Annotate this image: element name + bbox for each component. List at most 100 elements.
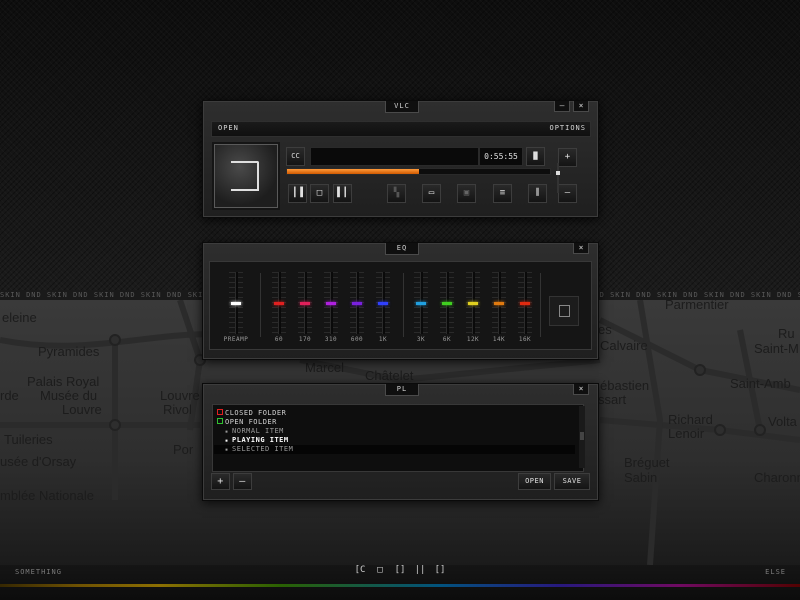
playlist-item-selected[interactable]: ▪ SELECTED ITEM [225,445,293,454]
playlist-button[interactable]: ≡ [493,184,512,203]
volume-knob[interactable] [556,171,560,175]
eq-slider-14k[interactable]: 14K [488,272,510,343]
eq-slider-3k[interactable]: 3K [410,272,432,343]
eq-knob[interactable] [274,302,284,305]
next-chapter-button[interactable]: ▐▌ [526,147,545,166]
seek-bar-fill [287,169,419,174]
eq-knob[interactable] [326,302,336,305]
eq-slider-16k[interactable]: 16K [514,272,536,343]
eq-band-label: PREAMP [223,336,249,343]
eq-slider-600[interactable]: 600 [346,272,368,343]
playlist-window: PL × CLOSED FOLDER OPEN FOLDER ▪ NORMAL … [202,383,599,501]
map-label: Marcel [305,360,345,375]
map-label: Por [173,442,194,457]
eq-divider [260,273,261,337]
map-label: Saint-M [754,341,799,356]
map-label: eleine [2,310,37,325]
eq-band-label: 1K [378,336,388,343]
remove-button[interactable]: – [233,473,252,490]
stop-button[interactable]: □ [310,184,329,203]
eq-knob[interactable] [231,302,241,305]
eq-knob[interactable] [378,302,388,305]
options-menu[interactable]: OPTIONS [549,124,586,132]
frame-icon[interactable]: ▚ [387,184,406,203]
add-button[interactable]: + [211,473,230,490]
eq-window-title: EQ [385,243,419,255]
map-label: ssart [598,392,627,407]
minimize-button[interactable]: – [554,101,570,112]
eq-toggle-button[interactable] [549,296,579,326]
playlist-item-closed-folder[interactable]: CLOSED FOLDER [217,409,286,418]
next-icon[interactable]: [] [434,564,446,576]
volume-down-button[interactable]: – [558,184,577,203]
eq-knob[interactable] [520,302,530,305]
close-button[interactable]: × [573,101,589,112]
volume-slider[interactable] [557,163,559,193]
map-label: Lenoir [668,426,705,441]
next-button[interactable]: ▌┃ [333,184,352,203]
map-label: es [598,322,612,337]
eq-slider-1k[interactable]: 1K [372,272,394,343]
playlist-scrollbar[interactable] [579,406,585,468]
cc-button[interactable]: CC [286,147,305,166]
eq-slider-170[interactable]: 170 [294,272,316,343]
playlist-item-playing[interactable]: ▪ PLAYING ITEM [225,436,289,445]
play-icon[interactable]: [] [394,564,406,576]
eq-knob[interactable] [300,302,310,305]
map-label: Louvre [160,388,200,403]
map-label: Châtelet [365,368,414,383]
bottom-left-text: SOMETHING [15,568,62,576]
map-label: Ru [778,326,795,341]
map-label: mblée Nationale [0,488,94,503]
playlist-item-open-folder[interactable]: OPEN FOLDER [217,418,277,427]
eq-knob[interactable] [494,302,504,305]
map-label: usée d'Orsay [0,454,77,469]
snapshot-icon[interactable]: ▣ [457,184,476,203]
eq-knob[interactable] [416,302,426,305]
eq-slider-6k[interactable]: 6K [436,272,458,343]
eq-slider-12k[interactable]: 12K [462,272,484,343]
eq-divider [403,273,404,337]
stop-icon[interactable]: □ [374,564,386,576]
eq-close-button[interactable]: × [573,243,589,254]
pl-open-button[interactable]: OPEN [518,473,551,490]
pl-window-title: PL [385,384,419,396]
map-label: rde [0,388,19,403]
map-label: Charonne [754,470,800,485]
map-label: Tuileries [4,432,53,447]
map-label: Saint-Amb [730,376,791,391]
eq-slider-310[interactable]: 310 [320,272,342,343]
eq-knob[interactable] [442,302,452,305]
main-window-title: VLC [385,101,419,113]
open-menu[interactable]: OPEN [218,124,239,132]
scrollbar-thumb[interactable] [580,432,584,440]
folder-closed-icon [217,409,223,415]
prev-button[interactable]: ┃▐ [288,184,307,203]
playlist-item-normal[interactable]: ▪ NORMAL ITEM [225,427,284,436]
map-label: Volta [768,414,797,429]
pause-icon[interactable]: || [414,564,426,576]
eq-divider [540,273,541,337]
map-label: Bréguet [624,455,670,470]
fullscreen-icon[interactable]: ▭ [422,184,441,203]
map-label: Calvaire [600,338,648,353]
time-display: 0:55:55 [479,147,523,166]
eq-slider-60[interactable]: 60 [268,272,290,343]
map-label: Rivol [163,402,192,417]
volume-up-button[interactable]: + [558,148,577,167]
prev-icon[interactable]: [C [354,564,366,576]
map-label: Pyramides [38,344,100,359]
seek-bar[interactable] [286,168,551,175]
album-art [214,144,278,208]
map-label: Richard [668,412,713,427]
playlist: CLOSED FOLDER OPEN FOLDER ▪ NORMAL ITEM … [212,404,584,472]
rainbow-strip [0,584,800,587]
pl-close-button[interactable]: × [573,384,589,395]
eq-slider-preamp[interactable]: PREAMP [224,272,248,343]
pl-save-button[interactable]: SAVE [554,473,590,490]
equalizer-button[interactable]: ⫼ [528,184,547,203]
folder-open-icon [217,418,223,424]
eq-knob[interactable] [468,302,478,305]
eq-knob[interactable] [352,302,362,305]
map-label: Parmentier [665,300,729,312]
